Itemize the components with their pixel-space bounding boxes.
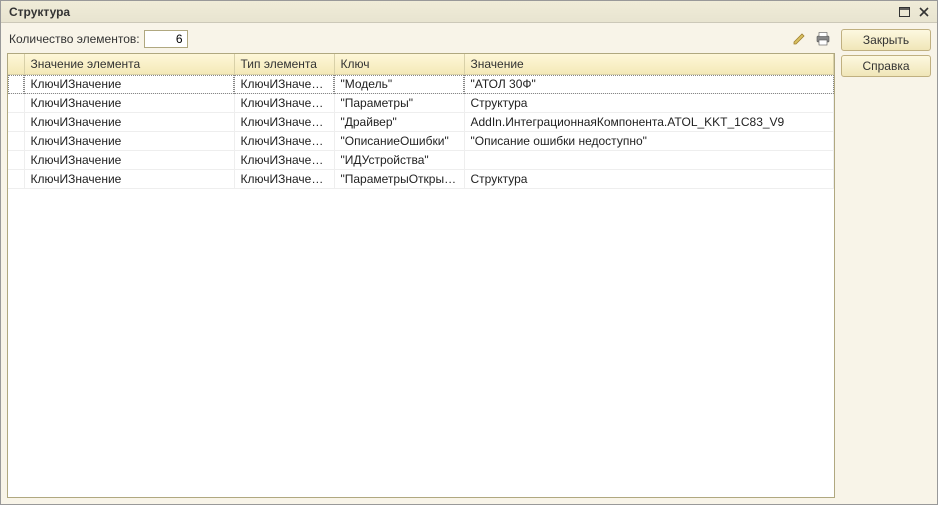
cell-key: "Модель": [334, 75, 464, 94]
col-header-handle[interactable]: [8, 54, 24, 75]
table-row[interactable]: КлючИЗначение КлючИЗначение "ИДУстройств…: [8, 151, 834, 170]
cell-value: AddIn.ИнтеграционнаяКомпонента.ATOL_KKT_…: [464, 113, 834, 132]
col-header-key[interactable]: Ключ: [334, 54, 464, 75]
table-row[interactable]: КлючИЗначение КлючИЗначение "ПараметрыОт…: [8, 170, 834, 189]
titlebar: Структура: [1, 1, 937, 23]
cell-elem-type: КлючИЗначение: [234, 75, 334, 94]
table-header-row: Значение элемента Тип элемента Ключ Знач…: [8, 54, 834, 75]
cell-elem-value: КлючИЗначение: [24, 132, 234, 151]
count-label: Количество элементов:: [9, 32, 140, 46]
table-row[interactable]: КлючИЗначение КлючИЗначение "Модель" "АТ…: [8, 75, 834, 94]
cell-elem-value: КлючИЗначение: [24, 75, 234, 94]
col-header-elem-type[interactable]: Тип элемента: [234, 54, 334, 75]
cell-value: [464, 151, 834, 170]
table-row[interactable]: КлючИЗначение КлючИЗначение "Параметры" …: [8, 94, 834, 113]
window: Структура Количество элементов:: [0, 0, 938, 505]
window-title: Структура: [5, 5, 893, 19]
col-header-elem-value[interactable]: Значение элемента: [24, 54, 234, 75]
cell-elem-type: КлючИЗначение: [234, 132, 334, 151]
cell-key: "ОписаниеОшибки": [334, 132, 464, 151]
table-body: КлючИЗначение КлючИЗначение "Модель" "АТ…: [8, 75, 834, 189]
cell-elem-value: КлючИЗначение: [24, 94, 234, 113]
row-handle: [8, 94, 24, 113]
table-container[interactable]: Значение элемента Тип элемента Ключ Знач…: [7, 53, 835, 498]
close-button[interactable]: [915, 4, 933, 20]
row-handle: [8, 75, 24, 94]
row-handle: [8, 151, 24, 170]
cell-value: Структура: [464, 94, 834, 113]
cell-value: "Описание ошибки недоступно": [464, 132, 834, 151]
cell-elem-type: КлючИЗначение: [234, 151, 334, 170]
edit-button[interactable]: [789, 29, 809, 49]
printer-icon: [815, 32, 831, 46]
row-handle: [8, 132, 24, 151]
maximize-icon: [899, 7, 910, 17]
cell-key: "ПараметрыОткрытия…: [334, 170, 464, 189]
data-table: Значение элемента Тип элемента Ключ Знач…: [8, 54, 834, 189]
help-button[interactable]: Справка: [841, 55, 931, 77]
maximize-button[interactable]: [895, 4, 913, 20]
row-handle: [8, 113, 24, 132]
cell-elem-type: КлючИЗначение: [234, 170, 334, 189]
cell-key: "Параметры": [334, 94, 464, 113]
cell-key: "ИДУстройства": [334, 151, 464, 170]
close-icon: [919, 7, 929, 17]
pencil-icon: [792, 32, 806, 46]
col-header-value[interactable]: Значение: [464, 54, 834, 75]
cell-value: "АТОЛ 30Ф": [464, 75, 834, 94]
cell-elem-type: КлючИЗначение: [234, 94, 334, 113]
right-column: Закрыть Справка: [841, 29, 931, 498]
cell-key: "Драйвер": [334, 113, 464, 132]
table-row[interactable]: КлючИЗначение КлючИЗначение "ОписаниеОши…: [8, 132, 834, 151]
print-button[interactable]: [813, 29, 833, 49]
cell-elem-value: КлючИЗначение: [24, 170, 234, 189]
cell-elem-value: КлючИЗначение: [24, 151, 234, 170]
cell-elem-value: КлючИЗначение: [24, 113, 234, 132]
main-column: Количество элементов:: [7, 29, 835, 498]
close-action-button[interactable]: Закрыть: [841, 29, 931, 51]
table-row[interactable]: КлючИЗначение КлючИЗначение "Драйвер" Ad…: [8, 113, 834, 132]
body: Количество элементов:: [1, 23, 937, 504]
row-handle: [8, 170, 24, 189]
count-input[interactable]: [144, 30, 188, 48]
cell-elem-type: КлючИЗначение: [234, 113, 334, 132]
toolbar: Количество элементов:: [7, 29, 835, 53]
cell-value: Структура: [464, 170, 834, 189]
